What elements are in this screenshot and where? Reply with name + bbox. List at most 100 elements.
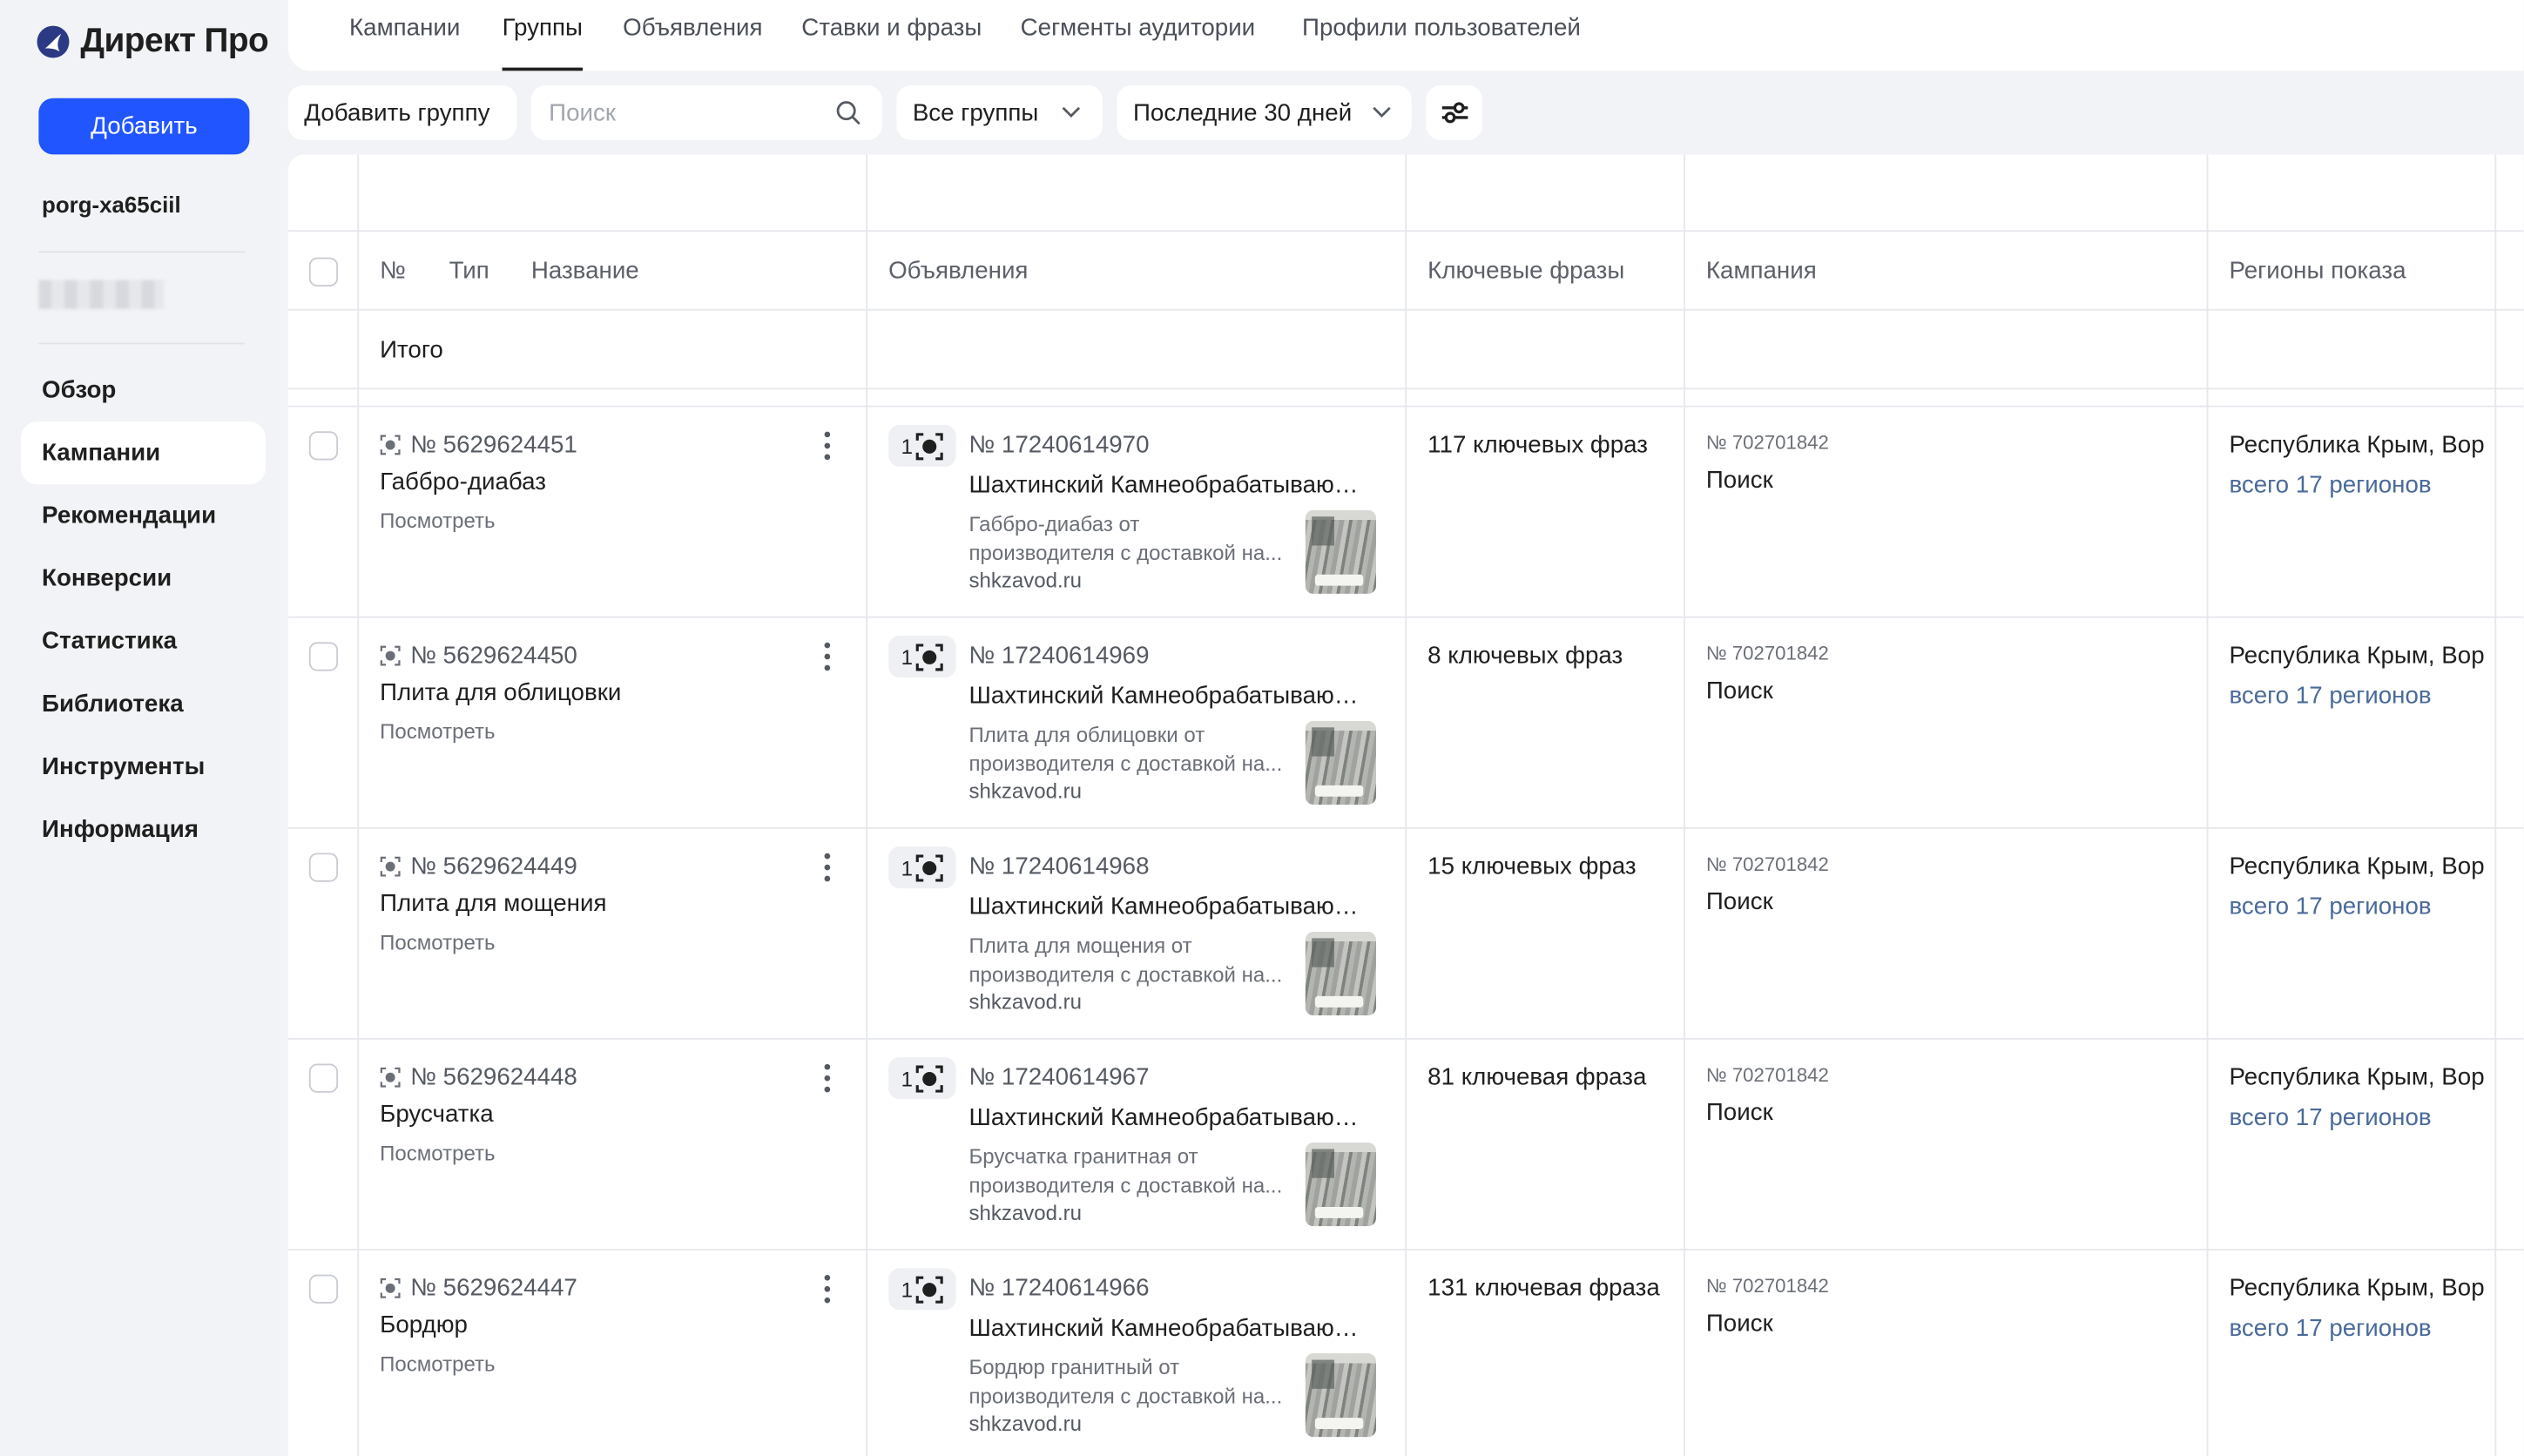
regions-total-link[interactable]: всего 17 регионов — [2229, 683, 2431, 710]
groups-table: № Тип Название Объявления Ключевые фразы… — [287, 154, 2524, 1456]
row-checkbox[interactable] — [308, 642, 339, 671]
header-ads[interactable]: Объявления — [888, 258, 1028, 285]
tab-ads[interactable]: Объявления — [623, 0, 762, 71]
header-regions[interactable]: Регионы показа — [2229, 258, 2406, 285]
regions-total-link[interactable]: всего 17 регионов — [2229, 893, 2431, 920]
row-checkbox[interactable] — [308, 431, 339, 461]
keywords-count[interactable]: 131 ключевая фраза — [1427, 1275, 1660, 1302]
ad-count-badge[interactable]: 1 — [888, 635, 956, 678]
ad-id[interactable]: № 17240614968 — [968, 853, 1149, 880]
row-checkbox[interactable] — [308, 853, 339, 882]
sidebar-item-library[interactable]: Библиотека — [21, 672, 266, 735]
tab-campaigns[interactable]: Кампании — [349, 0, 460, 71]
ad-count: 1 — [901, 434, 914, 458]
view-link[interactable]: Посмотреть — [380, 930, 495, 954]
group-name[interactable]: Брусчатка — [380, 1101, 494, 1128]
period-dropdown[interactable]: Последние 30 дней — [1117, 84, 1412, 140]
logo[interactable]: Директ Про — [36, 23, 269, 61]
sidebar-divider — [38, 342, 245, 345]
tab-audience-segments[interactable]: Сегменты аудитории — [1021, 0, 1256, 71]
account-login[interactable]: porg-xa65ciil — [42, 192, 181, 218]
regions-total-link[interactable]: всего 17 регионов — [2229, 1315, 2431, 1342]
ad-id[interactable]: № 17240614966 — [968, 1275, 1149, 1302]
ad-id[interactable]: № 17240614967 — [968, 1064, 1149, 1091]
keywords-count[interactable]: 81 ключевая фраза — [1427, 1064, 1646, 1091]
group-id-text: № 5629624451 — [410, 431, 577, 459]
search-input[interactable] — [530, 98, 823, 127]
campaign-id: № 702701842 — [1705, 431, 1829, 455]
keywords-count[interactable]: 8 ключевых фраз — [1427, 642, 1623, 669]
tab-groups[interactable]: Группы — [502, 0, 583, 71]
view-link[interactable]: Посмотреть — [380, 1352, 495, 1376]
sidebar-item-campaigns[interactable]: Кампании — [21, 421, 266, 485]
more-options-icon[interactable] — [813, 1273, 841, 1305]
keywords-count[interactable]: 117 ключевых фраз — [1427, 431, 1648, 458]
group-id: № 5629624449 — [380, 853, 577, 880]
sidebar-item-information[interactable]: Информация — [21, 799, 266, 861]
header-keywords[interactable]: Ключевые фразы — [1427, 258, 1624, 285]
view-link[interactable]: Посмотреть — [380, 1141, 495, 1165]
search-box[interactable] — [530, 84, 882, 140]
sliders-icon — [1441, 102, 1468, 124]
row-checkbox[interactable] — [308, 1063, 339, 1093]
ad-count-badge[interactable]: 1 — [888, 1268, 956, 1311]
header-name[interactable]: Название — [531, 258, 639, 285]
view-link[interactable]: Посмотреть — [380, 509, 495, 533]
group-name[interactable]: Плита для облицовки — [380, 679, 621, 706]
ad-count-badge[interactable]: 1 — [888, 846, 956, 889]
tab-user-profiles[interactable]: Профили пользователей — [1302, 0, 1581, 71]
tab-bids-phrases[interactable]: Ставки и фразы — [801, 0, 982, 71]
more-options-icon[interactable] — [813, 641, 841, 673]
settings-button[interactable] — [1426, 84, 1483, 140]
ad-description: Плита для облицовки от производителя с д… — [968, 721, 1291, 778]
regions-total-link[interactable]: всего 17 регионов — [2229, 471, 2431, 498]
ad-domain: shkzavod.ru — [968, 568, 1083, 593]
sidebar-item-recommendations[interactable]: Рекомендации — [21, 484, 266, 547]
search-icon[interactable] — [835, 100, 861, 126]
more-options-icon[interactable] — [813, 852, 841, 884]
ad-description-line: производителя с доставкой на... — [968, 540, 1283, 564]
regions-list: Республика Крым, Вор — [2229, 1274, 2484, 1303]
ad-title: Шахтинский Камнеобрабатывающий завод — [968, 682, 1372, 710]
ad-count-badge[interactable]: 1 — [888, 424, 956, 467]
sidebar-item-statistics[interactable]: Статистика — [21, 610, 266, 672]
sidebar-item-tools[interactable]: Инструменты — [21, 736, 266, 799]
campaign-type: Поиск — [1705, 677, 1773, 705]
ad-id[interactable]: № 17240614970 — [968, 431, 1149, 458]
ad-type-icon — [915, 432, 943, 460]
total-row-label: Итого — [380, 336, 443, 364]
add-button[interactable]: Добавить — [38, 98, 250, 155]
group-name[interactable]: Бордюр — [380, 1311, 468, 1338]
chevron-down-icon — [1373, 106, 1391, 118]
table-row: № 5629624450 Плита для облицовки Посмотр… — [288, 618, 2524, 829]
search-campaign-type-icon — [380, 1277, 401, 1298]
header-number[interactable]: № — [380, 258, 406, 285]
regions-total-link[interactable]: всего 17 регионов — [2229, 1104, 2431, 1131]
more-options-icon[interactable] — [813, 429, 841, 462]
select-all-checkbox[interactable] — [308, 257, 339, 286]
groups-filter-dropdown[interactable]: Все группы — [896, 84, 1103, 140]
group-name[interactable]: Плита для мощения — [380, 890, 606, 917]
more-options-icon[interactable] — [813, 1062, 841, 1095]
add-group-button[interactable]: Добавить группу — [287, 84, 517, 140]
ad-type-icon — [915, 1275, 943, 1303]
campaign-type: Поиск — [1705, 1099, 1773, 1127]
keywords-count[interactable]: 15 ключевых фраз — [1427, 853, 1636, 880]
ad-description-line: производителя с доставкой на... — [968, 961, 1283, 986]
ad-title: Шахтинский Камнеобрабатывающий завод — [968, 1103, 1372, 1132]
ad-id[interactable]: № 17240614969 — [968, 642, 1149, 669]
row-checkbox[interactable] — [308, 1274, 339, 1304]
ad-count: 1 — [901, 644, 914, 669]
header-type[interactable]: Тип — [449, 258, 489, 285]
ad-type-icon — [915, 853, 943, 881]
ad-count-badge[interactable]: 1 — [888, 1057, 956, 1100]
ad-domain: shkzavod.ru — [968, 1200, 1083, 1225]
search-campaign-type-icon — [380, 1067, 401, 1088]
sidebar-item-conversions[interactable]: Конверсии — [21, 547, 266, 610]
ad-description-line: производителя с доставкой на... — [968, 1172, 1283, 1196]
header-campaign[interactable]: Кампания — [1706, 258, 1817, 285]
sidebar-item-overview[interactable]: Обзор — [21, 359, 266, 421]
group-name[interactable]: Габбро-диабаз — [380, 468, 546, 495]
table-row: № 5629624449 Плита для мощения Посмотрет… — [288, 829, 2524, 1040]
view-link[interactable]: Посмотреть — [380, 719, 495, 744]
